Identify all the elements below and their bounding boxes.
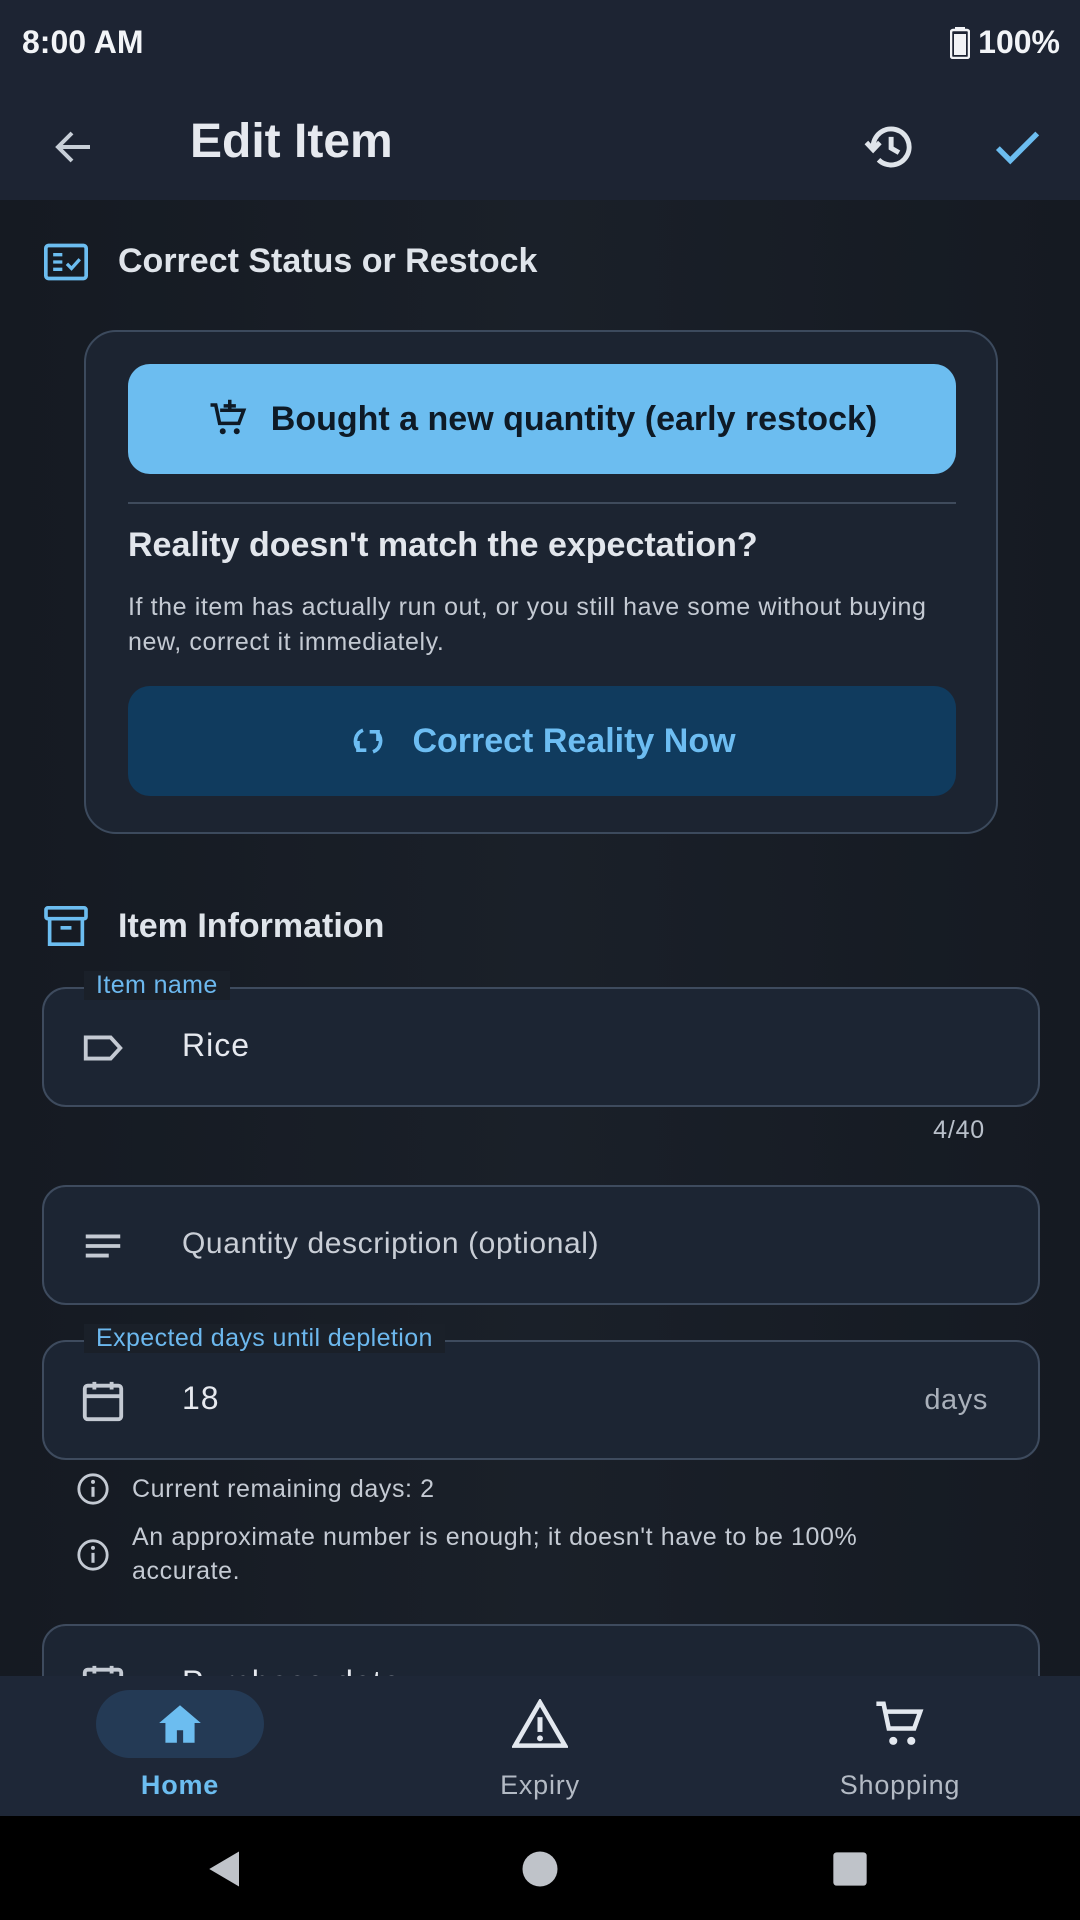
item-name-field[interactable]: Item name Rice: [42, 971, 1040, 1107]
label-tag-icon: [83, 1035, 123, 1061]
nav-shopping-label: Shopping: [839, 1770, 961, 1800]
nav-home[interactable]: Home: [50, 1690, 310, 1810]
hint-remaining-days-text: Current remaining days: 2: [132, 1475, 435, 1503]
calendar-icon: [82, 1381, 124, 1422]
mismatch-question: Reality doesn't match the expectation?: [128, 526, 758, 564]
bought-button-label: Bought a new quantity (early restock): [270, 399, 878, 438]
battery-percent: 100%: [978, 24, 1060, 60]
expected-days-value: 18: [182, 1380, 220, 1416]
nav-expiry-label: Expiry: [500, 1770, 580, 1800]
quantity-description-placeholder: Quantity description (optional): [182, 1227, 600, 1260]
expected-days-field[interactable]: Expected days until depletion 18 days: [42, 1324, 1040, 1460]
system-navigation-bar: [0, 1816, 1080, 1920]
home-icon: [159, 1705, 201, 1743]
section-title-restock: Correct Status or Restock: [118, 242, 538, 280]
restock-card: Bought a new quantity (early restock) Re…: [84, 330, 998, 834]
app-bar: Edit Item: [0, 94, 1080, 200]
purchase-date-label: Purchase date: [182, 1664, 401, 1676]
back-button[interactable]: [34, 107, 114, 187]
battery-icon: [950, 26, 971, 59]
arrow-back-icon: [55, 131, 90, 163]
archive-icon: [44, 906, 88, 946]
system-back-icon[interactable]: [204, 1848, 246, 1890]
section-header-restock: Correct Status or Restock: [44, 242, 537, 281]
edit-form[interactable]: Correct Status or Restock Bought a new q…: [0, 200, 1080, 1676]
nav-expiry-indicator: [456, 1690, 624, 1758]
nav-home-indicator: [96, 1690, 264, 1758]
calendar-icon: [82, 1665, 124, 1676]
bottom-navigation: Home Expiry Shopping: [0, 1676, 1080, 1816]
expected-days-label: Expected days until depletion: [84, 1324, 445, 1353]
card-divider: [128, 502, 956, 504]
status-bar: 8:00 AM 100%: [0, 0, 1080, 94]
hint-approximate-text: An approximate number is enough; it does…: [132, 1523, 858, 1585]
nav-shopping[interactable]: Shopping: [770, 1690, 1030, 1810]
item-name-label: Item name: [84, 971, 230, 1000]
battery-indicator: 100%: [950, 24, 1060, 61]
add-cart-icon: [210, 399, 247, 435]
warning-icon: [512, 1699, 568, 1748]
purchase-date-field[interactable]: Purchase date: [42, 1624, 1040, 1676]
item-name-counter: 4/40: [933, 1116, 985, 1144]
quantity-description-field[interactable]: Quantity description (optional): [42, 1185, 1040, 1305]
save-button[interactable]: [977, 107, 1057, 187]
info-icon: [77, 1539, 109, 1571]
hint-remaining-days: Current remaining days: 2: [76, 1472, 435, 1506]
item-name-value: Rice: [182, 1027, 251, 1063]
cart-icon: [876, 1701, 924, 1745]
history-icon: [864, 126, 912, 168]
page-title: Edit Item: [190, 115, 393, 168]
bought-new-quantity-button[interactable]: Bought a new quantity (early restock): [128, 364, 956, 474]
nav-expiry[interactable]: Expiry: [410, 1690, 670, 1810]
section-title-item-info: Item Information: [118, 906, 385, 945]
nav-shopping-indicator: [816, 1690, 984, 1758]
sync-icon: [354, 728, 383, 754]
nav-home-label: Home: [140, 1770, 220, 1800]
history-button[interactable]: [850, 107, 930, 187]
mismatch-description: If the item has actually run out, or you…: [128, 593, 927, 656]
status-time: 8:00 AM: [22, 24, 144, 60]
correct-reality-button[interactable]: Correct Reality Now: [128, 686, 956, 796]
expected-days-suffix: days: [924, 1384, 988, 1416]
system-home-icon[interactable]: [519, 1848, 561, 1890]
check-icon: [995, 131, 1040, 165]
hint-approximate: An approximate number is enough; it does…: [76, 1520, 976, 1588]
section-header-item-info: Item Information: [44, 906, 384, 946]
correct-button-label: Correct Reality Now: [412, 721, 736, 760]
info-icon: [77, 1473, 109, 1505]
notes-icon: [85, 1234, 121, 1258]
system-recents-icon[interactable]: [830, 1849, 870, 1889]
checklist-icon: [44, 243, 88, 280]
